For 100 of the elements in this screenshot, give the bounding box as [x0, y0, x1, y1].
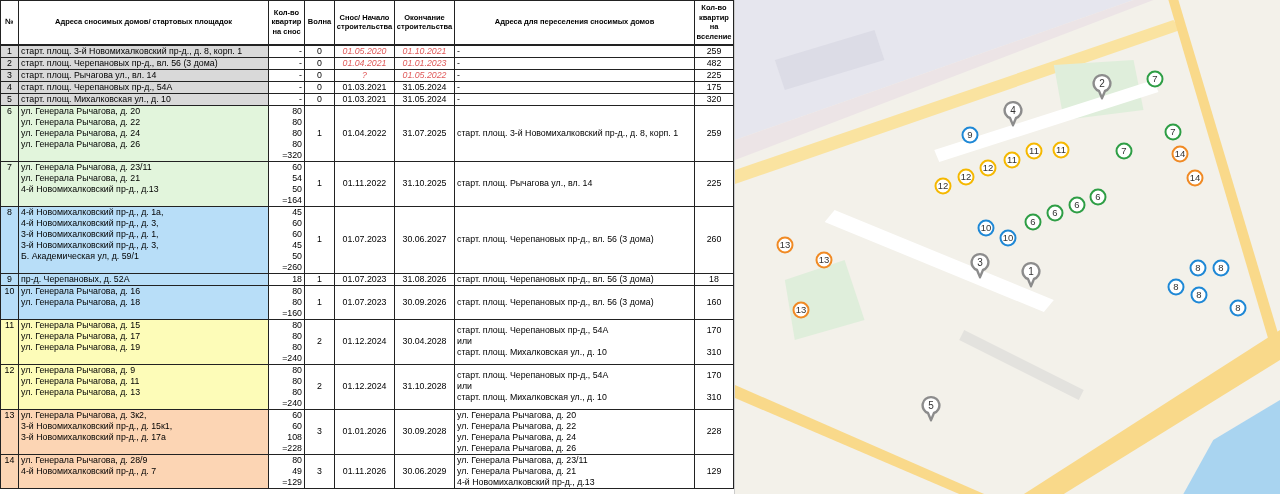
- table-cell: 1: [304, 273, 335, 285]
- table-cell: 31.07.2025: [394, 105, 455, 161]
- table-cell: 30.09.2028: [394, 409, 455, 454]
- table-cell: 30.06.2027: [394, 206, 455, 273]
- table-cell: 01.07.2023: [334, 206, 395, 273]
- map-pin[interactable]: 2: [1092, 73, 1112, 100]
- table-cell: 1: [304, 285, 335, 319]
- table-cell: -: [454, 81, 695, 93]
- table-cell: 01.05.2020: [334, 44, 395, 57]
- table-cell: 80 80 =160: [268, 285, 305, 319]
- table-cell: 31.08.2026: [394, 273, 455, 285]
- table-cell: -: [454, 57, 695, 69]
- table-cell: 129: [694, 454, 734, 488]
- table-cell: 80 80 80 =240: [268, 364, 305, 409]
- table-cell: 01.03.2021: [334, 93, 395, 105]
- table-cell: ул. Генерала Рычагова, д. 9 ул. Генерала Рычагова, д. 11 ул. Генерала Рычагова, д. 13: [18, 364, 269, 409]
- table-cell: 01.07.2023: [334, 285, 395, 319]
- table-cell: старт. площ. Черепановых пр-д., вл. 56 (3 дома): [454, 285, 695, 319]
- row-number: 10: [0, 285, 19, 319]
- table-cell: старт. площ. 3-й Новомихалковский пр-д., д. 8, корп. 1: [454, 105, 695, 161]
- table-cell: 0: [304, 93, 335, 105]
- table-cell: 0: [304, 69, 335, 81]
- table-cell: 1: [304, 206, 335, 273]
- table-cell: 01.04.2022: [334, 105, 395, 161]
- table-cell: 170 310: [694, 364, 734, 409]
- table-cell: 01.12.2024: [334, 364, 395, 409]
- table-cell: 80 80 80 80 =320: [268, 105, 305, 161]
- table-cell: ул. Генерала Рычагова, д. 23/11 ул. Генерала Рычагова, д. 21 4-й Новомихалковский пр-д., д.13: [454, 454, 695, 488]
- table-cell: 4-й Новомихалковский пр-д., д. 1а, 4-й Новомихалковский пр-д., д. 3, 3-й Новомихалковский пр-д., д. 1, 3-й Новомихалковский пр-д., д. 3, Б. Академическая ул, д. 59/1: [18, 206, 269, 273]
- table-cell: 01.10.2021: [394, 44, 455, 57]
- table-cell: 1: [304, 105, 335, 161]
- table-cell: 01.05.2022: [394, 69, 455, 81]
- map-pin[interactable]: 3: [970, 252, 990, 279]
- table-cell: старт. площ. Черепановых пр-д., 54А или старт. площ. Михалковская ул., д. 10: [454, 364, 695, 409]
- table-cell: -: [268, 93, 305, 105]
- table-cell: ул. Генерала Рычагова, д. 16 ул. Генерала Рычагова, д. 18: [18, 285, 269, 319]
- table-cell: -: [268, 44, 305, 57]
- row-number: 6: [0, 105, 19, 161]
- table-cell: ул. Генерала Рычагова, д. 20 ул. Генерала Рычагова, д. 22 ул. Генерала Рычагова, д. 24 ул. Генерала Рычагова, д. 26: [18, 105, 269, 161]
- table-cell: ?: [334, 69, 395, 81]
- table-cell: 2: [304, 364, 335, 409]
- table-cell: 01.07.2023: [334, 273, 395, 285]
- table-cell: 01.03.2021: [334, 81, 395, 93]
- table-cell: 0: [304, 44, 335, 57]
- table-cell: 228: [694, 409, 734, 454]
- table-cell: 320: [694, 93, 734, 105]
- table-cell: 60 54 50 =164: [268, 161, 305, 206]
- table-cell: ул. Генерала Рычагова, д. 15 ул. Генерала Рычагова, д. 17 ул. Генерала Рычагова, д. 19: [18, 319, 269, 364]
- table-cell: старт. площ. Рычагова ул., вл. 14: [454, 161, 695, 206]
- map-pin[interactable]: 5: [921, 395, 941, 422]
- row-number: 8: [0, 206, 19, 273]
- table-cell: 60 60 108 =228: [268, 409, 305, 454]
- table-cell: 170 310: [694, 319, 734, 364]
- table-cell: 80 49 =129: [268, 454, 305, 488]
- table-cell: ул. Генерала Рычагова, д. 3к2, 3-й Новомихалковский пр-д., д. 15к1, 3-й Новомихалковский пр-д., д. 17а: [18, 409, 269, 454]
- map-pin[interactable]: 4: [1003, 100, 1023, 127]
- table-cell: 160: [694, 285, 734, 319]
- table-cell: -: [454, 93, 695, 105]
- table-cell: 259: [694, 105, 734, 161]
- table-cell: 482: [694, 57, 734, 69]
- map-pin[interactable]: 1: [1021, 261, 1041, 288]
- table-cell: 01.11.2026: [334, 454, 395, 488]
- table-cell: 31.05.2024: [394, 93, 455, 105]
- table-cell: 0: [304, 57, 335, 69]
- table-cell: 30.04.2028: [394, 319, 455, 364]
- table-cell: 01.11.2022: [334, 161, 395, 206]
- table-cell: 2: [304, 319, 335, 364]
- table-cell: -: [268, 69, 305, 81]
- table-cell: 259: [694, 44, 734, 57]
- table-cell: 45 60 60 45 50 =260: [268, 206, 305, 273]
- table-cell: -: [454, 44, 695, 57]
- table-cell: -: [268, 57, 305, 69]
- row-number: 12: [0, 364, 19, 409]
- table-cell: 3: [304, 409, 335, 454]
- table-cell: 3: [304, 454, 335, 488]
- table-cell: 01.01.2026: [334, 409, 395, 454]
- table-cell: 80 80 80 =240: [268, 319, 305, 364]
- table-cell: 225: [694, 161, 734, 206]
- table-cell: 260: [694, 206, 734, 273]
- row-number: 14: [0, 454, 19, 488]
- row-number: 13: [0, 409, 19, 454]
- table-cell: 31.10.2028: [394, 364, 455, 409]
- table-cell: 0: [304, 81, 335, 93]
- table-cell: 30.06.2029: [394, 454, 455, 488]
- table-cell: 01.01.2023: [394, 57, 455, 69]
- table-cell: 18: [694, 273, 734, 285]
- table-cell: старт. площ. Черепановых пр-д., вл. 56 (3 дома): [454, 273, 695, 285]
- table-cell: 1: [304, 161, 335, 206]
- table-cell: 225: [694, 69, 734, 81]
- table-cell: -: [268, 81, 305, 93]
- table-cell: 175: [694, 81, 734, 93]
- table-cell: 30.09.2026: [394, 285, 455, 319]
- row-number: 11: [0, 319, 19, 364]
- table-cell: старт. площ. Черепановых пр-д., вл. 56 (3 дома): [454, 206, 695, 273]
- table-cell: -: [454, 69, 695, 81]
- table-cell: 01.04.2021: [334, 57, 395, 69]
- table-cell: старт. площ. Черепановых пр-д., 54А или старт. площ. Михалковская ул., д. 10: [454, 319, 695, 364]
- table-cell: 31.10.2025: [394, 161, 455, 206]
- row-number: 7: [0, 161, 19, 206]
- table-cell: ул. Генерала Рычагова, д. 23/11 ул. Генерала Рычагова, д. 21 4-й Новомихалковский пр-д., д.13: [18, 161, 269, 206]
